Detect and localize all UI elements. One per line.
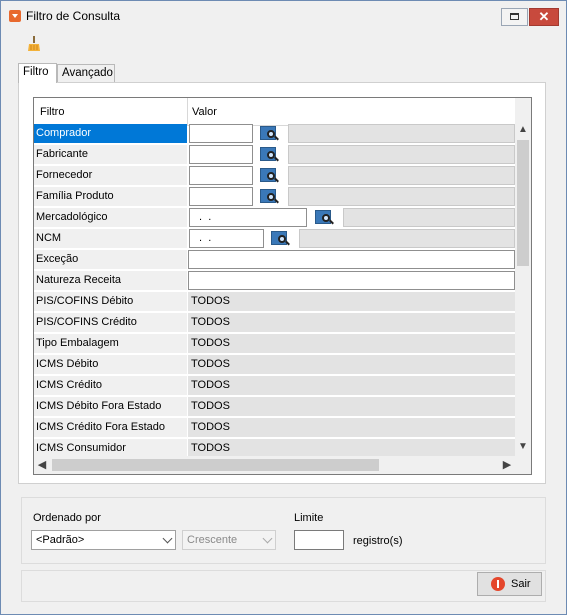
row-label[interactable]: Exceção <box>34 250 187 270</box>
scroll-up-icon[interactable]: ▲ <box>515 122 531 138</box>
row-label[interactable]: PIS/COFINS Débito <box>34 292 187 312</box>
grid-header: Filtro Valor <box>34 98 515 126</box>
filter-row-icms-credito[interactable]: ICMS Crédito TODOS <box>34 376 515 397</box>
familia-code-input[interactable] <box>189 187 253 206</box>
filter-row-ncm[interactable]: NCM . . <box>34 229 515 250</box>
column-header-valor: Valor <box>192 106 217 118</box>
broom-icon[interactable] <box>27 36 41 52</box>
scrollbar-corner <box>515 456 531 474</box>
vertical-scrollbar[interactable]: ▲ ▼ <box>515 98 531 456</box>
lookup-search-icon[interactable] <box>258 187 280 206</box>
row-label[interactable]: ICMS Crédito Fora Estado <box>34 418 187 438</box>
order-direction-value: Crescente <box>187 534 238 546</box>
row-label[interactable]: Família Produto <box>34 187 187 207</box>
column-header-filtro: Filtro <box>40 106 65 118</box>
row-value[interactable]: TODOS <box>188 376 515 396</box>
chevron-down-icon <box>162 533 173 544</box>
row-value[interactable]: TODOS <box>188 334 515 354</box>
row-label[interactable]: Fornecedor <box>34 166 187 186</box>
fornecedor-code-input[interactable] <box>189 166 253 185</box>
row-value[interactable]: TODOS <box>188 418 515 438</box>
comprador-code-input[interactable] <box>189 124 253 143</box>
filter-row-fabricante[interactable]: Fabricante <box>34 145 515 166</box>
ncm-description <box>299 229 515 248</box>
order-direction-select: Crescente <box>182 530 276 550</box>
filter-row-tipo-embalagem[interactable]: Tipo Embalagem TODOS <box>34 334 515 355</box>
filter-row-excecao[interactable]: Exceção <box>34 250 515 271</box>
close-button[interactable]: ✕ <box>529 8 559 26</box>
lookup-search-icon[interactable] <box>258 145 280 164</box>
row-label[interactable]: ICMS Crédito <box>34 376 187 396</box>
limit-input[interactable] <box>294 530 344 550</box>
scroll-left-icon[interactable]: ◀ <box>34 456 50 474</box>
tab-avancado[interactable]: Avançado <box>57 64 115 82</box>
filter-grid: Filtro Valor Comprador Fabricante Fornec… <box>33 97 532 475</box>
row-label[interactable]: Mercadológico <box>34 208 187 228</box>
row-label[interactable]: NCM <box>34 229 187 249</box>
order-label: Ordenado por <box>33 512 101 524</box>
window-title: Filtro de Consulta <box>26 9 121 23</box>
natureza-receita-input[interactable] <box>188 271 515 290</box>
row-value[interactable]: TODOS <box>188 355 515 375</box>
row-label[interactable]: ICMS Débito Fora Estado <box>34 397 187 417</box>
row-label[interactable]: Comprador <box>34 124 187 144</box>
footer-bar <box>21 570 546 602</box>
restore-button[interactable] <box>501 8 528 26</box>
scroll-right-icon[interactable]: ▶ <box>499 456 515 474</box>
row-label[interactable]: PIS/COFINS Crédito <box>34 313 187 333</box>
exit-icon <box>491 577 505 591</box>
filter-row-pis-cofins-credito[interactable]: PIS/COFINS Crédito TODOS <box>34 313 515 334</box>
excecao-input[interactable] <box>188 250 515 269</box>
lookup-search-icon[interactable] <box>258 124 280 143</box>
fabricante-code-input[interactable] <box>189 145 253 164</box>
filter-row-mercadologico[interactable]: Mercadológico . . <box>34 208 515 229</box>
restore-icon <box>510 13 519 20</box>
app-menu-icon[interactable] <box>9 10 21 22</box>
chevron-down-icon <box>262 533 273 544</box>
ncm-code-input[interactable]: . . <box>189 229 264 248</box>
vertical-scroll-thumb[interactable] <box>517 140 529 266</box>
fabricante-description <box>288 145 515 164</box>
filter-row-fornecedor[interactable]: Fornecedor <box>34 166 515 187</box>
filter-row-icms-credito-fora-estado[interactable]: ICMS Crédito Fora Estado TODOS <box>34 418 515 439</box>
filter-row-comprador[interactable]: Comprador <box>34 124 515 145</box>
limit-label: Limite <box>294 512 324 524</box>
order-field-value: <Padrão> <box>36 534 85 546</box>
exit-button[interactable]: Sair <box>477 572 542 596</box>
filter-row-natureza-receita[interactable]: Natureza Receita <box>34 271 515 292</box>
title-bar: Filtro de Consulta ✕ <box>1 1 566 31</box>
tab-filtro[interactable]: Filtro <box>18 63 57 83</box>
lookup-search-icon[interactable] <box>258 166 280 185</box>
row-label[interactable]: Tipo Embalagem <box>34 334 187 354</box>
horizontal-scroll-thumb[interactable] <box>52 459 379 471</box>
exit-button-label: Sair <box>511 578 531 590</box>
comprador-description <box>288 124 515 143</box>
filter-row-familia-produto[interactable]: Família Produto <box>34 187 515 208</box>
filter-row-icms-debito[interactable]: ICMS Débito TODOS <box>34 355 515 376</box>
horizontal-scrollbar[interactable]: ◀ ▶ <box>34 456 515 474</box>
filter-row-icms-debito-fora-estado[interactable]: ICMS Débito Fora Estado TODOS <box>34 397 515 418</box>
row-value[interactable]: TODOS <box>188 397 515 417</box>
lookup-search-icon[interactable] <box>269 229 291 248</box>
filter-row-pis-cofins-debito[interactable]: PIS/COFINS Débito TODOS <box>34 292 515 313</box>
familia-description <box>288 187 515 206</box>
row-value[interactable]: TODOS <box>188 313 515 333</box>
order-field-select[interactable]: <Padrão> <box>31 530 176 550</box>
row-label[interactable]: ICMS Débito <box>34 355 187 375</box>
fornecedor-description <box>288 166 515 185</box>
mercadologico-code-input[interactable]: . . <box>189 208 307 227</box>
row-value[interactable]: TODOS <box>188 292 515 312</box>
scroll-down-icon[interactable]: ▼ <box>515 439 531 455</box>
row-label[interactable]: Natureza Receita <box>34 271 187 291</box>
limit-unit-label: registro(s) <box>353 535 403 547</box>
row-label[interactable]: Fabricante <box>34 145 187 165</box>
mercadologico-description <box>343 208 515 227</box>
lookup-search-icon[interactable] <box>313 208 335 227</box>
column-divider[interactable] <box>187 98 188 125</box>
